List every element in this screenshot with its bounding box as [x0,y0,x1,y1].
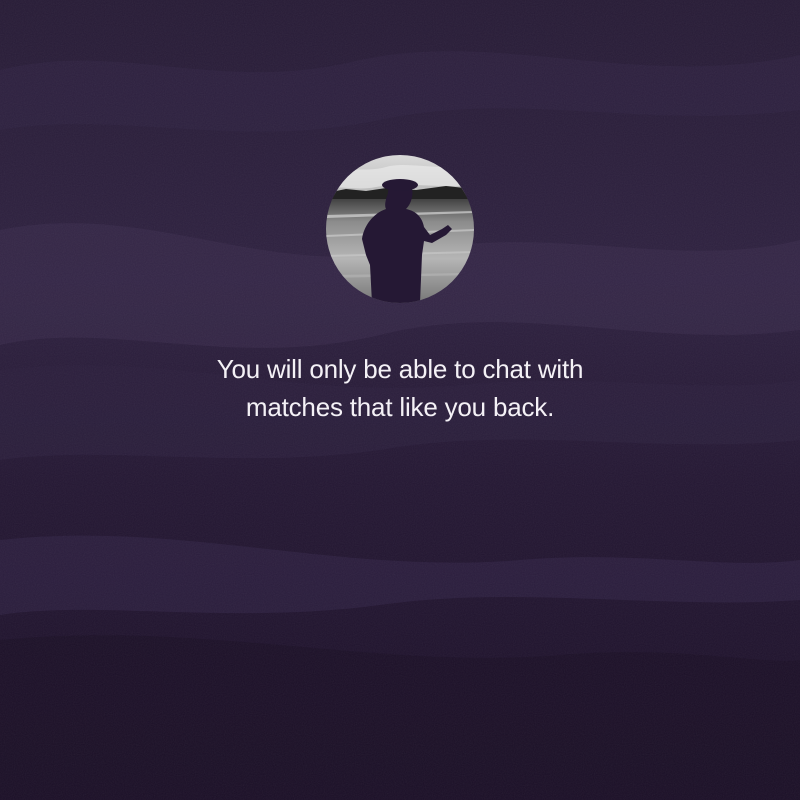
message-line-2: matches that like you back. [245,392,555,422]
message-line-1: You will only be able to chat with [216,354,584,384]
profile-photo-icon [326,155,474,303]
profile-avatar [326,155,474,303]
chat-info-message: You will only be able to chat with match… [100,350,700,426]
